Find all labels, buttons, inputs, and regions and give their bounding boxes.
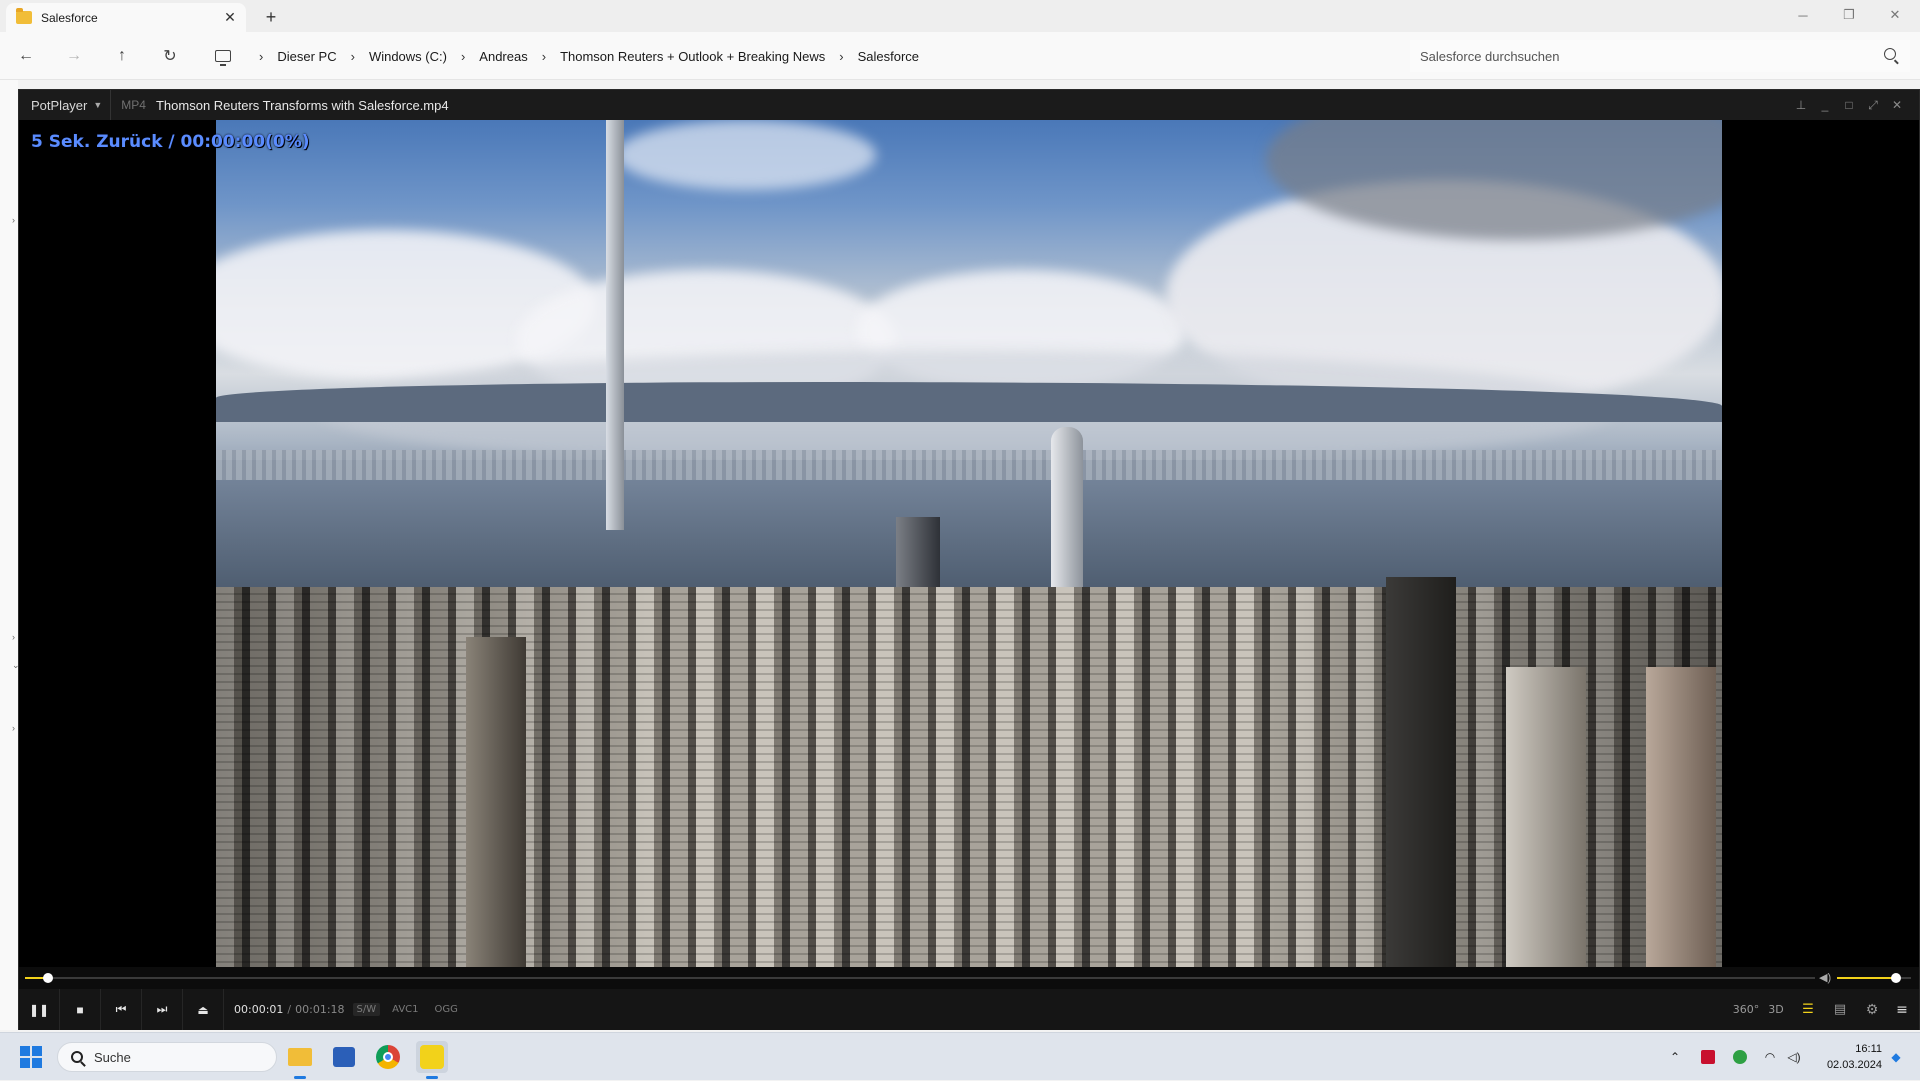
security-check-icon[interactable]	[1729, 1033, 1751, 1081]
new-tab-button[interactable]: +	[258, 5, 284, 29]
forward-icon[interactable]: →	[60, 44, 88, 68]
eject-icon[interactable]: ⏏	[183, 989, 224, 1030]
fullscreen-icon[interactable]: ⤢	[1863, 95, 1883, 115]
volume-level	[1837, 977, 1897, 979]
chevron-right-icon[interactable]: ›	[12, 723, 15, 733]
window-close-icon[interactable]: ✕	[1872, 0, 1918, 30]
search-placeholder: Salesforce durchsuchen	[1420, 48, 1560, 64]
notification-bell-icon[interactable]: ◆	[1886, 1033, 1906, 1081]
volume-icon[interactable]: ◀)	[1819, 971, 1831, 984]
potplayer-taskbar-icon[interactable]	[416, 1041, 448, 1079]
time-current: 00:00:01	[234, 1003, 284, 1016]
computer-icon	[215, 50, 231, 66]
tab-title: Salesforce	[41, 10, 98, 25]
menu-icon[interactable]: ≡	[1887, 989, 1917, 1030]
breadcrumb[interactable]: › Dieser PC › Windows (C:) › Andreas › T…	[203, 40, 1400, 72]
potplayer-window: PotPlayer ▼ MP4 Thomson Reuters Transfor…	[18, 89, 1920, 1030]
video-codec-tag[interactable]: AVC1	[388, 1003, 422, 1016]
file-explorer-icon[interactable]	[284, 1041, 316, 1079]
address-bar-row: ← → ↑ ↻ › Dieser PC › Windows (C:) › And…	[0, 32, 1920, 80]
system-clock[interactable]: 16:11 02.03.2024	[1812, 1041, 1882, 1073]
chevron-right-icon[interactable]: ›	[259, 49, 263, 64]
stop-icon[interactable]: ■	[60, 989, 101, 1030]
pin-icon[interactable]: ⊥	[1791, 95, 1811, 115]
minimize-icon[interactable]: ─	[1780, 0, 1826, 30]
refresh-icon[interactable]: ↻	[156, 44, 184, 68]
chevron-right-icon[interactable]: ›	[12, 632, 15, 642]
time-total: 00:01:18	[295, 1003, 345, 1016]
explorer-titlebar: Salesforce ✕ + ─ ❐ ✕	[0, 0, 1920, 32]
restore-icon[interactable]: ❐	[1826, 0, 1872, 30]
seek-handle[interactable]	[43, 973, 54, 983]
seek-row: ◀)	[19, 967, 1919, 989]
chevron-right-icon[interactable]: ›	[12, 215, 15, 225]
previous-icon[interactable]: ⏮	[101, 989, 142, 1030]
folder-icon	[16, 8, 32, 24]
chevron-right-icon[interactable]: ›	[542, 49, 546, 64]
chrome-icon[interactable]	[372, 1041, 404, 1073]
control-bar: ❚❚ ■ ⏮ ⏭ ⏏ 00:00:01 / 00:01:18 S/W AVC1 …	[19, 989, 1919, 1030]
seek-bar[interactable]	[25, 973, 1815, 983]
search-icon	[71, 1051, 83, 1063]
tab-close-icon[interactable]: ✕	[220, 8, 240, 28]
windows-start-icon[interactable]	[20, 1046, 42, 1068]
pause-icon[interactable]: ❚❚	[19, 989, 60, 1030]
video-frame-cityscape[interactable]	[216, 120, 1722, 967]
chevron-right-icon[interactable]: ›	[839, 49, 843, 64]
wifi-icon[interactable]: ◠	[1760, 1033, 1780, 1081]
explorer-tab[interactable]: Salesforce ✕	[6, 3, 246, 32]
potplayer-menu-button[interactable]: PotPlayer ▼	[19, 90, 112, 120]
breadcrumb-item[interactable]: Salesforce	[858, 49, 919, 64]
3d-button[interactable]: 3D	[1761, 989, 1791, 1030]
taskbar: Suche ⌃ ◠ ◁) 16:11 02.03.2024 ◆	[0, 1032, 1920, 1080]
taskbar-search-input[interactable]: Suche	[57, 1042, 277, 1072]
antivirus-icon[interactable]	[1697, 1033, 1719, 1081]
back-icon[interactable]: ←	[12, 44, 40, 68]
subtitle-icon[interactable]: ▤	[1825, 989, 1855, 1030]
vr-360-button[interactable]: 360°	[1731, 989, 1761, 1030]
audio-codec-tag[interactable]: OGG	[431, 1003, 462, 1016]
next-icon[interactable]: ⏭	[142, 989, 183, 1030]
chevron-right-icon[interactable]: ›	[461, 49, 465, 64]
chevron-right-icon[interactable]: ›	[351, 49, 355, 64]
player-brand: PotPlayer	[31, 97, 88, 113]
osd-message: 5 Sek. Zurück / 00:00:00(0%)	[31, 132, 310, 152]
player-minimize-icon[interactable]: _	[1815, 95, 1835, 115]
store-icon[interactable]	[328, 1041, 360, 1073]
time-separator: /	[287, 1003, 292, 1016]
explorer-nav-pane-edge: › › ⌄ ›	[0, 80, 20, 1030]
settings-gear-icon[interactable]: ⚙	[1857, 989, 1887, 1030]
volume-handle[interactable]	[1891, 973, 1902, 983]
speaker-icon[interactable]: ◁)	[1784, 1033, 1804, 1081]
up-icon[interactable]: ↑	[108, 44, 136, 68]
breadcrumb-item[interactable]: Windows (C:)	[369, 49, 447, 64]
file-format: MP4	[121, 98, 146, 112]
explorer-search-input[interactable]: Salesforce durchsuchen	[1410, 40, 1910, 72]
player-close-icon[interactable]: ✕	[1887, 95, 1907, 115]
video-area[interactable]: 5 Sek. Zurück / 00:00:00(0%)	[19, 120, 1919, 967]
taskbar-search-label: Suche	[94, 1049, 131, 1065]
playlist-search-icon[interactable]: ☰	[1793, 989, 1823, 1030]
player-maximize-icon[interactable]: □	[1839, 95, 1859, 115]
search-icon[interactable]	[1884, 48, 1896, 60]
volume-slider[interactable]	[1837, 973, 1911, 983]
breadcrumb-item[interactable]: Dieser PC	[277, 49, 336, 64]
clock-time: 16:11	[1855, 1043, 1882, 1055]
chevron-up-icon[interactable]: ⌃	[1665, 1033, 1685, 1081]
time-display: 00:00:01 / 00:01:18 S/W AVC1 OGG	[224, 1003, 462, 1016]
player-titlebar: PotPlayer ▼ MP4 Thomson Reuters Transfor…	[19, 90, 1919, 120]
breadcrumb-item[interactable]: Thomson Reuters + Outlook + Breaking New…	[560, 49, 825, 64]
sw-tag[interactable]: S/W	[352, 1003, 381, 1016]
breadcrumb-item[interactable]: Andreas	[479, 49, 527, 64]
file-name: Thomson Reuters Transforms with Salesfor…	[155, 97, 449, 113]
chevron-down-icon: ▼	[93, 100, 103, 110]
clock-date: 02.03.2024	[1826, 1059, 1882, 1071]
